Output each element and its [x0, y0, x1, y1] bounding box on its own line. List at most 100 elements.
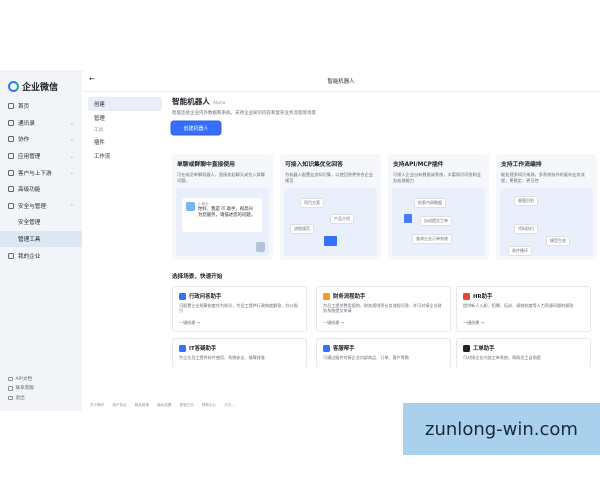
template-desc: 可对接企业内部工单系统，帮助员工自助提	[463, 355, 541, 360]
subnav-workflow[interactable]: 工作流	[88, 149, 162, 163]
template-card-service[interactable]: 客服帮手 可通过插件对接企业内部商品、订单、客户等数	[316, 338, 451, 368]
create-bot-button[interactable]: 创建机器人	[172, 122, 220, 134]
feature-card-knowledge: 可接入知识集优化回答 为机器人配置业务知识集，以使回答更符合企业规范 项目方案 …	[280, 154, 381, 260]
sidebar-item-label: 通讯录	[18, 120, 35, 127]
sidebar-item-admin-tools[interactable]: 管理工具	[0, 230, 82, 248]
sidebar-item-home[interactable]: 首页	[0, 98, 82, 115]
template-card-hr[interactable]: HR助手 提供新人入职、招聘、培训、绩效制度等人力资源问题的解答 一键创建 →	[456, 286, 591, 332]
workflow-chip: 模型生成	[546, 236, 570, 246]
sidebar-item-label: 安全管理	[18, 220, 41, 227]
sidebar-item-apps[interactable]: 应用管理 ⌄	[0, 148, 82, 165]
template-card-ticket[interactable]: 工单助手 可对接企业内部工单系统，帮助员工自助提	[456, 338, 591, 368]
card-title: 支持工作流编排	[501, 162, 542, 168]
sidebar-item-label: 管理工具	[18, 237, 41, 244]
plugin-chip: 检索内网数据	[414, 198, 446, 208]
chevron-down-icon: ⌄	[69, 120, 74, 127]
one-click-create-link[interactable]: 一键创建 →	[463, 320, 484, 326]
sidebar-nav: 首页 通讯录 ⌄ 协作 ⌄ 应用管理 ⌄ 客户与上下游 ⌄ 高级功能 安全与管理 ⌃ 安全…	[0, 98, 82, 264]
sidebar-item-collab[interactable]: 协作 ⌄	[0, 131, 82, 148]
sidebar-item-label: 首页	[18, 104, 30, 111]
bot-avatar-icon	[186, 202, 195, 211]
footer-link[interactable]: 帮助中心	[202, 403, 216, 408]
template-title: 客服帮手	[333, 346, 355, 352]
hero-title: 智能机器人 Alpha	[172, 96, 597, 107]
wecom-logo-icon	[8, 81, 19, 92]
footer-link[interactable]: 更新日志	[180, 403, 194, 408]
template-card-finance[interactable]: 财务流程助手 为员工提供费用报销、财务规则等业务流程问答，并可对接企业财务系统提…	[316, 286, 451, 332]
knowledge-chip: 项目方案	[300, 198, 324, 208]
collab-icon	[8, 136, 14, 143]
service-icon	[323, 344, 330, 352]
footer-link[interactable]: 隐私政策	[135, 403, 149, 408]
chevron-down-icon: ⌄	[69, 137, 74, 144]
chevron-down-icon: ⌄	[69, 170, 74, 177]
sidebar-item-label: 协作	[18, 137, 30, 144]
advanced-icon	[8, 186, 14, 193]
alpha-badge: Alpha	[212, 101, 226, 106]
subnav-manage[interactable]: 管理	[88, 111, 162, 125]
hero-title-text: 智能机器人	[172, 97, 210, 106]
home-icon	[8, 103, 14, 110]
template-desc: 为员工提供费用报销、财务规则等业务流程问答，并可对接企业财务系统提交申请	[323, 303, 442, 314]
hero-description: 智能连接企业内外数据和系统，支持企业知识问答和复杂业务流程等场景	[172, 111, 316, 116]
footer-links: 关于腾讯 用户协议 隐私政策 隐私设置 更新日志 帮助中心 中文 ⌄	[90, 403, 236, 408]
sub-navigation: 创建 管理 工具 插件 工作流	[88, 97, 162, 163]
top-bar: ← 智能机器人	[82, 70, 600, 92]
workflow-chip: 条件循环	[508, 246, 532, 256]
sidebar-item-customers[interactable]: 客户与上下游 ⌄	[0, 164, 82, 181]
app-window: 企业微信 首页 通讯录 ⌄ 协作 ⌄ 应用管理 ⌄ 客户与上下游 ⌄ 高级功能 安全与管…	[0, 70, 600, 411]
sidebar-item-security[interactable]: 安全与管理 ⌃	[0, 198, 82, 215]
logout-icon	[8, 395, 13, 400]
subnav-plugins[interactable]: 插件	[88, 135, 162, 149]
feature-card-workflow: 支持工作流编排 能处理多知识来源，多系统协作的复杂业务流程，更稳定、更可控 意图…	[496, 154, 597, 260]
contacts-icon	[8, 119, 14, 126]
support-icon	[8, 386, 13, 391]
chevron-up-icon: ⌃	[69, 203, 74, 210]
api-doc-link[interactable]: API文档	[8, 374, 34, 384]
enterprise-icon	[8, 252, 14, 259]
card-title: 可接入知识集优化回答	[285, 162, 343, 168]
plugin-chip: 查询企业订单系统	[412, 234, 452, 244]
chevron-down-icon: ⌄	[69, 153, 74, 160]
sidebar-item-label: 安全与管理	[18, 203, 46, 210]
bubble-text: 你好，我是 IT 助手，很高兴为您服务，请描述您的问题。	[198, 207, 256, 218]
sidebar-bottom: API文档 联系客服 退出	[8, 374, 34, 403]
sidebar-item-my-enterprise[interactable]: 我的企业	[0, 247, 82, 264]
sidebar-item-label: 客户与上下游	[18, 170, 52, 177]
footer-link[interactable]: 隐私设置	[157, 403, 171, 408]
template-card-it[interactable]: IT答疑助手 为企业员工提供软件使用、系统安全、故障排查	[172, 338, 307, 368]
user-avatar-icon	[256, 242, 265, 252]
main-panel: ← 智能机器人 创建 管理 工具 插件 工作流 智能机器人 Alpha 智能连接…	[82, 70, 600, 411]
subnav-create[interactable]: 创建	[88, 97, 162, 111]
card-title: 支持API/MCP插件	[393, 162, 444, 168]
content-area: 智能机器人 Alpha 智能连接企业内外数据和系统，支持企业知识问答和复杂业务流…	[172, 96, 597, 368]
template-title: 工单助手	[473, 346, 495, 352]
card-desc: 可接入企业自有数据或系统，丰富知识问答和业务处理能力	[393, 172, 481, 183]
templates-section-title: 选择场景，快速开始	[172, 274, 223, 280]
footer-link[interactable]: 关于腾讯	[90, 403, 104, 408]
logout-link[interactable]: 退出	[8, 393, 34, 403]
customers-icon	[8, 169, 14, 176]
sidebar-item-advanced[interactable]: 高级功能	[0, 181, 82, 198]
one-click-create-link[interactable]: 一键创建 →	[179, 320, 200, 326]
card-desc: 为机器人配置业务知识集，以使回答更符合企业规范	[285, 172, 373, 183]
language-select[interactable]: 中文 ⌄	[224, 403, 235, 408]
template-card-admin[interactable]: 行政问答助手 可配置企业规章制度作为知识，为员工提供行政制度解答、办公指引 一键…	[172, 286, 307, 332]
template-title: IT答疑助手	[189, 346, 217, 352]
template-desc: 提供新人入职、招聘、培训、绩效制度等人力资源问题的解答	[463, 303, 574, 308]
template-desc: 为企业员工提供软件使用、系统安全、故障排查	[179, 355, 265, 360]
support-link[interactable]: 联系客服	[8, 384, 34, 394]
template-desc: 可配置企业规章制度作为知识，为员工提供行政制度解答、办公指引	[179, 303, 298, 314]
ticket-icon	[463, 344, 470, 352]
template-title: 财务流程助手	[333, 294, 366, 300]
sidebar-item-security-management[interactable]: 安全管理	[0, 214, 82, 231]
knowledge-illustration: 项目方案 产品介绍 流程规范	[284, 188, 377, 256]
sidebar-item-label: 应用管理	[18, 154, 41, 161]
one-click-create-link[interactable]: 一键创建 →	[323, 320, 344, 326]
page-title: 智能机器人	[327, 79, 355, 85]
template-title: HR助手	[473, 294, 493, 300]
security-icon	[8, 202, 14, 209]
footer-link[interactable]: 用户协议	[112, 403, 126, 408]
finance-icon	[323, 292, 330, 300]
sidebar-item-contacts[interactable]: 通讯录 ⌄	[0, 115, 82, 132]
